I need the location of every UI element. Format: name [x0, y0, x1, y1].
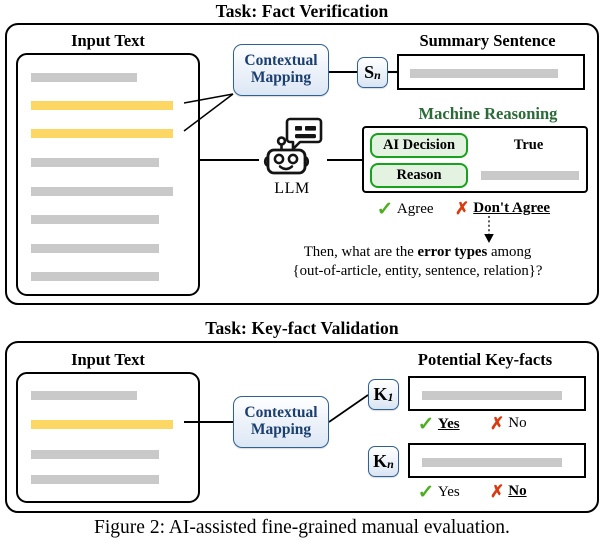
keyfact-box-n	[408, 443, 586, 478]
reason-value-placeholder	[481, 171, 579, 180]
figure-caption: Figure 2: AI-assisted fine-grained manua…	[94, 517, 510, 538]
keyfact-n-choice-no[interactable]: ✗ No	[490, 483, 527, 500]
keyfact-1-yes-label: Yes	[437, 416, 460, 432]
keyfact-n-yes-label: Yes	[437, 484, 460, 500]
check-icon: ✓	[376, 199, 394, 220]
cross-icon: ✗	[455, 199, 470, 218]
keyfact-badge-subscript: n	[387, 457, 394, 471]
keyfact-1-choice-yes[interactable]: ✓ Yes	[418, 415, 460, 434]
choice-agree-label: Agree	[396, 201, 434, 217]
reason-chip[interactable]: Reason	[370, 163, 468, 188]
llm-robot-icon	[259, 116, 325, 178]
error-q-line2: {out-of-article, entity, sentence, relat…	[292, 262, 543, 279]
keyfact-placeholder	[422, 458, 562, 467]
keyfact-placeholder	[422, 391, 562, 400]
cross-icon: ✗	[490, 414, 505, 433]
keyfact-badge-k1[interactable]: K1	[368, 379, 399, 410]
sentence-badge-sn[interactable]: Sn	[357, 57, 388, 88]
choice-dont-agree-label: Don't Agree	[473, 200, 551, 216]
summary-sentence-placeholder	[410, 69, 558, 78]
ai-decision-value: True	[513, 137, 544, 153]
check-icon: ✓	[417, 482, 435, 503]
keyfact-badge-letter: K	[373, 451, 388, 471]
error-q-line1-suffix: among	[487, 244, 532, 260]
contextual-mapping-box-top[interactable]: Contextual Mapping	[233, 44, 329, 96]
contextual-mapping-line2: Mapping	[250, 69, 312, 86]
keyfact-badge-subscript: 1	[387, 390, 394, 404]
keyfact-badge-kn[interactable]: Kn	[368, 446, 399, 477]
contextual-mapping-box-bottom[interactable]: Contextual Mapping	[233, 396, 329, 448]
dotted-arrow-icon	[484, 216, 494, 243]
sentence-badge-subscript: n	[374, 68, 381, 82]
error-types-question: Then, what are the error types among {ou…	[245, 243, 590, 281]
summary-sentence-box	[397, 54, 585, 90]
sentence-badge-letter: S	[364, 62, 375, 82]
error-q-line1-bold: error types	[417, 244, 488, 260]
llm-label: LLM	[274, 180, 310, 197]
check-icon: ✓	[417, 414, 435, 435]
contextual-mapping-line2: Mapping	[250, 421, 312, 438]
ai-decision-chip[interactable]: AI Decision	[370, 133, 468, 158]
error-q-line1-prefix: Then, what are the	[303, 244, 418, 260]
choice-agree[interactable]: ✓ Agree	[377, 200, 434, 219]
keyfact-n-no-label: No	[508, 483, 527, 499]
contextual-mapping-line1: Contextual	[244, 52, 318, 70]
keyfact-1-no-label: No	[508, 415, 527, 431]
keyfact-1-choice-no[interactable]: ✗ No	[490, 415, 527, 432]
contextual-mapping-line1: Contextual	[244, 404, 318, 422]
figure-root: Task: Fact Verification Input Text Summa…	[0, 0, 604, 550]
keyfact-n-choice-yes[interactable]: ✓ Yes	[418, 483, 460, 502]
cross-icon: ✗	[490, 482, 505, 501]
machine-reasoning-box: AI Decision True Reason	[362, 126, 588, 193]
keyfact-box-1	[408, 376, 586, 411]
keyfact-badge-letter: K	[373, 384, 388, 404]
choice-dont-agree[interactable]: ✗ Don't Agree	[455, 200, 550, 217]
